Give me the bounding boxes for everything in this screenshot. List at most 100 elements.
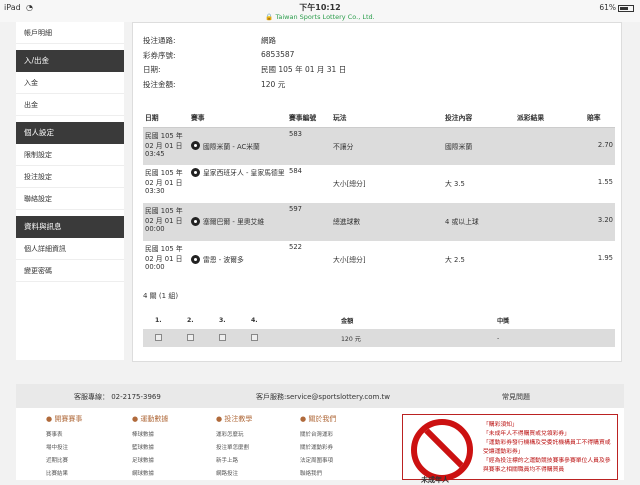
combo-amount: 120 元 [329, 329, 485, 347]
label-channel: 投注通路: [143, 36, 176, 45]
sidebar: 帳戶明細 入/出金 入金 出金 個人設定 限制設定 投注設定 聯絡設定 資料與訊… [16, 22, 124, 360]
footer-link[interactable]: 網路投注 [216, 469, 252, 482]
sidebar-item-details[interactable]: 個人詳細資訊 [16, 238, 124, 260]
combo-col-4: 4. [251, 316, 258, 324]
faq-link[interactable]: 常見問題 [502, 392, 530, 402]
cell-date: 民國 105 年 02 月 01 日 03:45 [143, 127, 189, 165]
col-id: 賽事編號 [287, 107, 331, 128]
no-minors-label: 未成年人 [421, 476, 449, 484]
footer-link[interactable]: 棒球數據 [132, 430, 168, 443]
sidebar-head-personal: 個人設定 [16, 122, 124, 144]
service-email[interactable]: 客戶服務:service@sportslottery.com.tw [256, 392, 390, 402]
footer-col-title: 運動數據 [132, 414, 168, 424]
sidebar-item-account[interactable]: 帳戶明細 [16, 22, 124, 44]
footer-link[interactable]: 足球數據 [132, 456, 168, 469]
cell-id: 597 [287, 203, 331, 241]
cell-pick: 大 3.5 [445, 180, 465, 188]
sidebar-item-contact[interactable]: 聯絡設定 [16, 188, 124, 210]
clock: 下午10:12 [299, 3, 341, 12]
cell-event: 塞爾巴爾 - 里奧艾維 [189, 203, 287, 241]
cell-result [515, 203, 585, 241]
footer-link[interactable]: 投注單怎麼劃 [216, 443, 252, 456]
cell-result [515, 241, 585, 279]
cell-event: 雷恩 - 波爾多 [189, 241, 287, 279]
cell-result [515, 165, 585, 203]
footer-link[interactable]: 聯絡我們 [300, 469, 336, 482]
col-play: 玩法 [331, 107, 443, 128]
leg-3-checkbox[interactable] [219, 333, 226, 341]
cell-play: 大小[總分] [333, 256, 366, 264]
cell-pick: 大 2.5 [445, 256, 465, 264]
cell-odds: 1.55 [597, 178, 613, 186]
cell-id: 583 [287, 127, 331, 165]
combo-col-amount: 金額 [341, 317, 354, 325]
cell-play: 總進球數 [331, 203, 443, 241]
col-result: 派彩結果 [515, 107, 585, 128]
site-address[interactable]: 🔒 Taiwan Sports Lottery Co., Ltd. [0, 13, 640, 21]
footer-link[interactable]: 賽事表 [46, 430, 82, 443]
footer-col-title: 關於我們 [300, 414, 336, 424]
cell-date: 民國 105 年 02 月 01 日 00:00 [143, 203, 189, 241]
table-row: 民國 105 年 02 月 01 日 03:45 國際米蘭 - AC米蘭 583… [143, 127, 615, 165]
col-odds: 賠率 [585, 107, 615, 128]
cell-odds: 2.70 [585, 127, 615, 165]
cell-date: 民國 105 年 02 月 01 日 03:30 [145, 169, 183, 195]
value-channel: 網路 [261, 36, 276, 45]
leg-4-checkbox[interactable] [251, 333, 258, 341]
footer-link[interactable]: 場中投注 [46, 443, 82, 456]
cell-result [515, 127, 585, 165]
hotline: 客服專線： 02-2175-3969 [74, 393, 161, 401]
footer-link[interactable]: 新手上路 [216, 456, 252, 469]
footer-link[interactable]: 比賽結果 [46, 469, 82, 482]
leg-2-checkbox[interactable] [187, 333, 194, 341]
footer-col-events: 開賽賽事 賽事表 場中投注 近期比賽 比賽結果 [46, 414, 82, 482]
battery-icon [618, 4, 634, 12]
cell-id: 584 [289, 167, 302, 175]
cell-date: 民國 105 年 02 月 01 日 00:00 [145, 245, 183, 271]
leg-1-checkbox[interactable] [155, 333, 162, 341]
footer-link[interactable]: 網球數據 [132, 469, 168, 482]
footer-link[interactable]: 籃球數據 [132, 443, 168, 456]
col-pick: 投注內容 [443, 107, 515, 128]
cell-id: 522 [289, 243, 302, 251]
footer-link[interactable]: 關於運動彩券 [300, 443, 336, 456]
battery-status: 61% [599, 3, 634, 12]
label-amount: 投注金額: [143, 79, 176, 89]
cell-event: 國際米蘭 - AC米蘭 [189, 127, 287, 165]
combo-col-win: 中獎 [497, 317, 510, 325]
footer-link[interactable]: 法定周圍事項 [300, 456, 336, 469]
sidebar-item-limits[interactable]: 限制設定 [16, 144, 124, 166]
soccer-ball-icon [191, 254, 200, 264]
combo-summary: 4 關 (1 組) [143, 292, 179, 300]
no-minors-icon [411, 419, 473, 481]
value-serial: 6853587 [261, 49, 295, 59]
sidebar-head-info: 資料與訊息 [16, 216, 124, 238]
label-date: 日期: [143, 65, 161, 74]
cell-pick: 國際米蘭 [443, 127, 515, 165]
cell-event: 皇家西班牙人 - 皇家馬德里 [189, 165, 287, 203]
responsible-gaming-notice: 未成年人 「購彩須知」 「未成年人不得購買或兌領彩券」 「運動彩券發行機構及受委… [402, 414, 618, 484]
sidebar-item-deposit[interactable]: 入金 [16, 72, 124, 94]
table-row: 民國 105 年 02 月 01 日 03:30 皇家西班牙人 - 皇家馬德里 … [143, 165, 615, 203]
sidebar-item-password[interactable]: 變更密碼 [16, 260, 124, 282]
footer-link[interactable]: 關於台灣運彩 [300, 430, 336, 443]
col-event: 賽事 [189, 107, 287, 128]
sidebar-item-withdraw[interactable]: 出金 [16, 94, 124, 116]
cell-odds: 3.20 [585, 203, 615, 241]
soccer-ball-icon [191, 167, 200, 177]
cell-pick: 4 或以上球 [443, 203, 515, 241]
footer-link[interactable]: 運彩怎麼玩 [216, 430, 252, 443]
ticket-info: 投注通路: 網路 彩券序號: 6853587 日期: 民國 105 年 01 月 31… [143, 35, 346, 93]
combo-table: 1. 2. 3. 4. 金額 中獎 120 元 - [143, 311, 615, 347]
table-row: 120 元 - [143, 329, 615, 347]
value-date: 民國 105 年 01 月 31 日 [261, 65, 347, 74]
sidebar-head-deposit: 入/出金 [16, 50, 124, 72]
footer-col-guide: 投注教學 運彩怎麼玩 投注單怎麼劃 新手上路 網路投注 [216, 414, 252, 482]
footer: 開賽賽事 賽事表 場中投注 近期比賽 比賽結果 運動數據 棒球數據 籃球數據 足… [16, 408, 624, 484]
sidebar-item-bet-settings[interactable]: 投注設定 [16, 166, 124, 188]
value-amount: 120 元 [261, 79, 286, 89]
footer-link[interactable]: 近期比賽 [46, 456, 82, 469]
combo-col-1: 1. [155, 316, 162, 324]
notice-text: 「購彩須知」 「未成年人不得購買或兌領彩券」 「運動彩券發行機構及受委託機構員工… [483, 422, 611, 473]
footer-col-title: 投注教學 [216, 414, 252, 424]
